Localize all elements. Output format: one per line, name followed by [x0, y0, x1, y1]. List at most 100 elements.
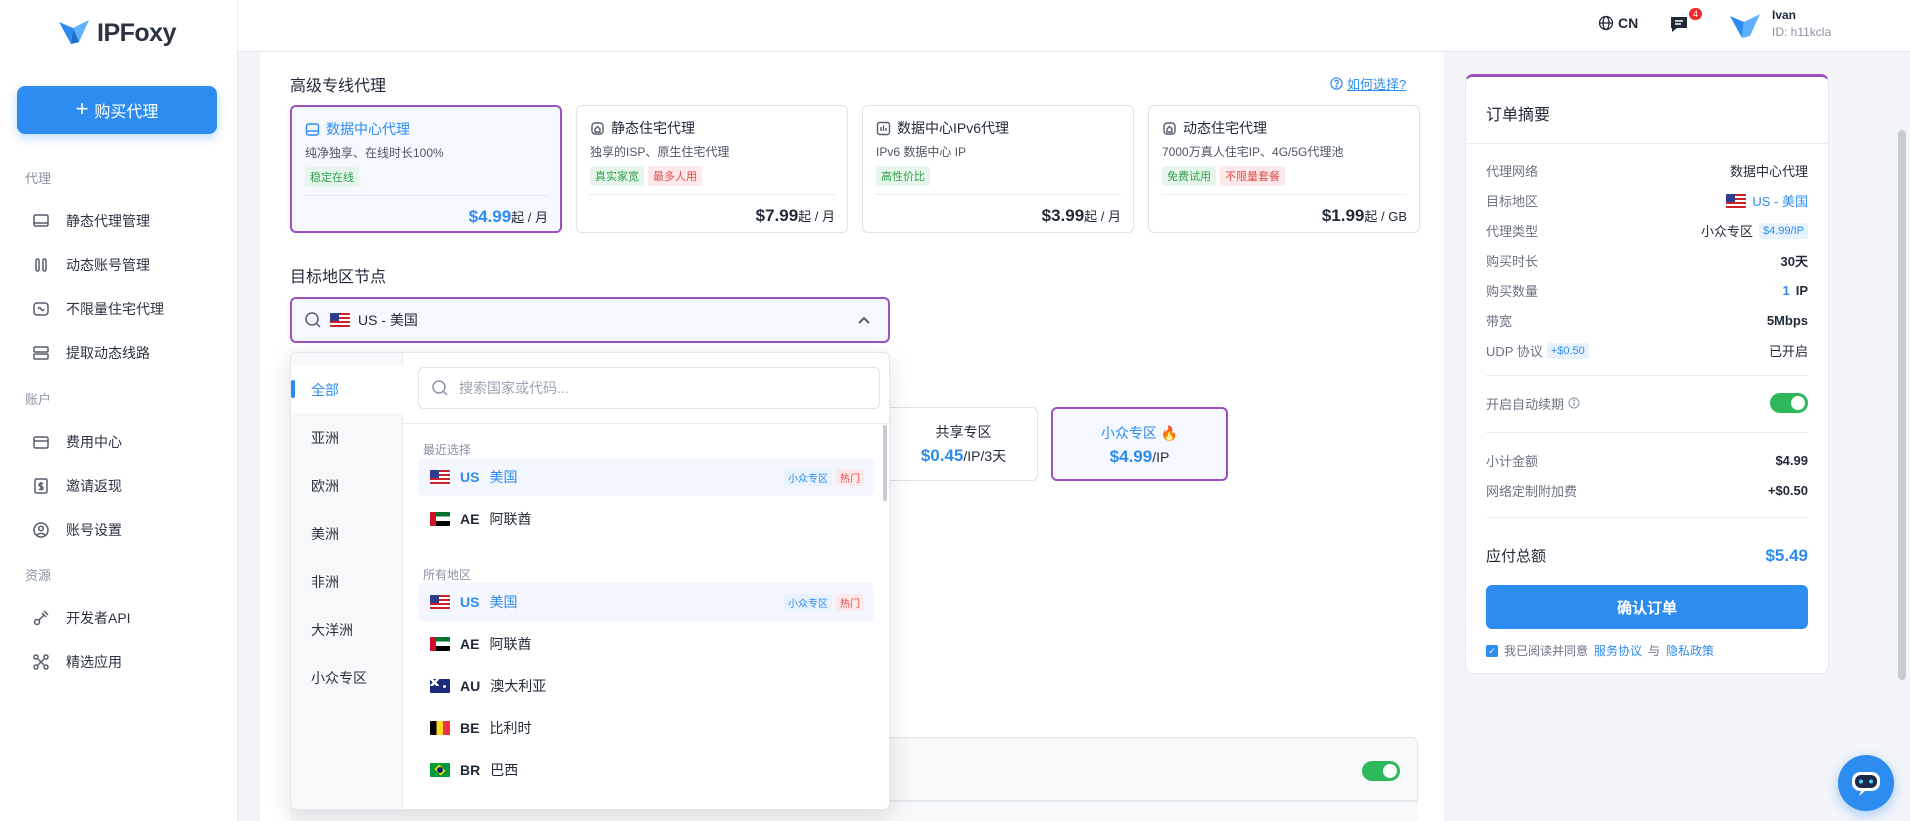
region-option-au[interactable]: AU 澳大利亚 — [418, 667, 874, 705]
tier-price: $0.45/IP/3天 — [890, 446, 1037, 466]
tag: 热门 — [836, 593, 864, 611]
tier-niche[interactable]: 小众专区 🔥 $4.99/IP — [1051, 407, 1228, 481]
auto-renew-toggle[interactable] — [1770, 393, 1808, 413]
confirm-order-button[interactable]: 确认订单 — [1486, 585, 1808, 629]
surcharge-row: 网络定制附加费 +$0.50 — [1486, 481, 1808, 500]
user-circle-icon — [33, 522, 49, 538]
language-switcher[interactable]: CN — [1598, 15, 1638, 31]
sidebar-item-extract-lines[interactable]: 提取动态线路 — [32, 343, 150, 363]
logo[interactable]: IPFoxy — [57, 18, 176, 48]
summary-value: 30天 — [1780, 254, 1808, 269]
summary-key: 购买时长 — [1486, 254, 1539, 269]
category-niche[interactable]: 小众专区 — [311, 668, 367, 688]
card-description: 独享的ISP、原生住宅代理 — [590, 145, 730, 159]
region-option-ae[interactable]: AE 阿联酋 — [418, 625, 874, 663]
category-oceania[interactable]: 大洋洲 — [311, 620, 353, 640]
summary-key: 代理网络 — [1486, 164, 1539, 179]
search-placeholder: 搜索国家或代码... — [459, 380, 569, 396]
card-tags: 真实家宽 最多人用 — [590, 166, 702, 186]
summary-row-type: 代理类型 小众专区 $4.99/IP — [1486, 221, 1808, 240]
divider — [1486, 517, 1808, 518]
page-scrollbar[interactable] — [1898, 130, 1906, 680]
region-option-ae-recent[interactable]: AE 阿联酋 — [418, 500, 874, 538]
sidebar-item-account-settings[interactable]: 账号设置 — [32, 520, 122, 540]
region-title: 目标地区节点 — [290, 269, 387, 286]
udp-toggle[interactable] — [1362, 761, 1400, 781]
price-unit: 起 / GB — [1364, 209, 1407, 224]
sidebar-item-developer-api[interactable]: 开发者API — [32, 608, 131, 628]
hard-drive-icon — [305, 122, 320, 136]
sidebar-item-dynamic-account[interactable]: 动态账号管理 — [32, 255, 150, 275]
sidebar: IPFoxy + 购买代理 代理 静态代理管理 动态账号管理 不限量住宅代理 提… — [0, 0, 238, 821]
card-divider — [589, 194, 835, 195]
buy-proxy-label: 购买代理 — [94, 104, 159, 121]
category-all[interactable]: 全部 — [311, 380, 339, 400]
au-flag-icon — [430, 679, 450, 693]
quantity-unit: IP — [1795, 283, 1808, 298]
category-europe[interactable]: 欧洲 — [311, 476, 339, 496]
divider — [1486, 432, 1808, 433]
support-chat-button[interactable] — [1838, 755, 1894, 811]
info-icon[interactable] — [1568, 397, 1580, 409]
buy-proxy-button[interactable]: + 购买代理 — [17, 86, 217, 134]
region-name: 比利时 — [489, 720, 532, 736]
tag: 不限量套餐 — [1220, 166, 1285, 186]
messages-button[interactable]: 4 — [1668, 8, 1702, 37]
region-name: 澳大利亚 — [490, 678, 547, 694]
tier-name: 共享专区 — [935, 424, 992, 440]
price-unit: 起 / 月 — [798, 209, 835, 224]
region-option-us-recent[interactable]: US 美国 小众专区 热门 — [418, 458, 874, 496]
tier-price: $4.99/IP — [1053, 447, 1226, 467]
tag: 小众专区 — [784, 468, 832, 486]
card-icon — [33, 436, 49, 449]
product-card-static-residential[interactable]: 静态住宅代理 独享的ISP、原生住宅代理 真实家宽 最多人用 $7.99起 / … — [576, 105, 848, 233]
tier-shared[interactable]: 共享专区 $0.45/IP/3天 — [890, 407, 1038, 481]
region-search-input[interactable]: 搜索国家或代码... — [418, 367, 880, 409]
auto-renew-label: 开启自动续期 — [1486, 394, 1580, 413]
terms-link[interactable]: 服务协议 — [1594, 642, 1642, 659]
region-option-be[interactable]: BE 比利时 — [418, 709, 874, 747]
region-option-us[interactable]: US 美国 小众专区 热门 — [418, 583, 874, 621]
dropdown-scrollbar[interactable] — [883, 425, 887, 501]
be-flag-icon — [430, 721, 450, 735]
tier-price-amount: $0.45 — [920, 446, 964, 465]
avatar[interactable] — [1728, 10, 1762, 42]
chat-bubble-icon — [1671, 17, 1687, 32]
region-select[interactable]: US - 美国 — [290, 297, 890, 343]
tier-price-unit: /IP — [1152, 449, 1170, 465]
card-price: $3.99起 / 月 — [1042, 206, 1121, 226]
summary-value: 5Mbps — [1766, 313, 1808, 328]
sidebar-item-label: 开发者API — [66, 610, 131, 626]
top-bar: CN 4 Ivan ID: h11kcla — [238, 0, 1910, 52]
category-active-indicator — [291, 380, 295, 398]
sidebar-item-static-proxy[interactable]: 静态代理管理 — [32, 211, 150, 231]
category-africa[interactable]: 非洲 — [311, 572, 339, 592]
fox-logo-icon — [59, 20, 89, 44]
user-name: Ivan — [1772, 8, 1797, 22]
sidebar-item-featured-apps[interactable]: 精选应用 — [32, 652, 122, 672]
auto-renew-text: 开启自动续期 — [1486, 396, 1565, 412]
product-card-dynamic-residential[interactable]: 动态住宅代理 7000万真人住宅IP、4G/5G代理池 免费试用 不限量套餐 $… — [1148, 105, 1420, 233]
category-americas[interactable]: 美洲 — [311, 524, 339, 544]
sidebar-item-unlimited-residential[interactable]: 不限量住宅代理 — [32, 299, 164, 319]
summary-value: +$0.50 — [1767, 483, 1808, 498]
card-price: $4.99起 / 月 — [469, 207, 548, 227]
card-divider — [1161, 194, 1407, 195]
sidebar-item-referral[interactable]: 邀请返现 — [32, 476, 122, 496]
how-to-choose-link[interactable]: 如何选择? — [1330, 74, 1406, 93]
privacy-link[interactable]: 隐私政策 — [1666, 642, 1714, 659]
category-asia[interactable]: 亚洲 — [311, 428, 339, 448]
logo-text: IPFoxy — [97, 18, 176, 47]
tag: 热门 — [836, 468, 864, 486]
product-card-datacenter[interactable]: 数据中心代理 纯净独享、在线时长100% 稳定在线 $4.99起 / 月 — [290, 105, 562, 233]
product-card-datacenter-ipv6[interactable]: 数据中心IPv6代理 IPv6 数据中心 IP 高性价比 $3.99起 / 月 — [862, 105, 1134, 233]
udp-label: UDP 协议 — [1486, 344, 1543, 359]
agree-checkbox[interactable]: ✓ — [1486, 644, 1498, 657]
sidebar-item-billing[interactable]: 费用中心 — [32, 432, 122, 452]
nodes-icon — [33, 654, 49, 670]
us-flag-icon — [1726, 193, 1747, 208]
br-flag-icon — [430, 763, 450, 777]
card-description: 7000万真人住宅IP、4G/5G代理池 — [1162, 145, 1344, 159]
summary-row-udp: UDP 协议 +$0.50 已开启 — [1486, 341, 1808, 360]
region-option-br[interactable]: BR 巴西 — [418, 751, 874, 789]
